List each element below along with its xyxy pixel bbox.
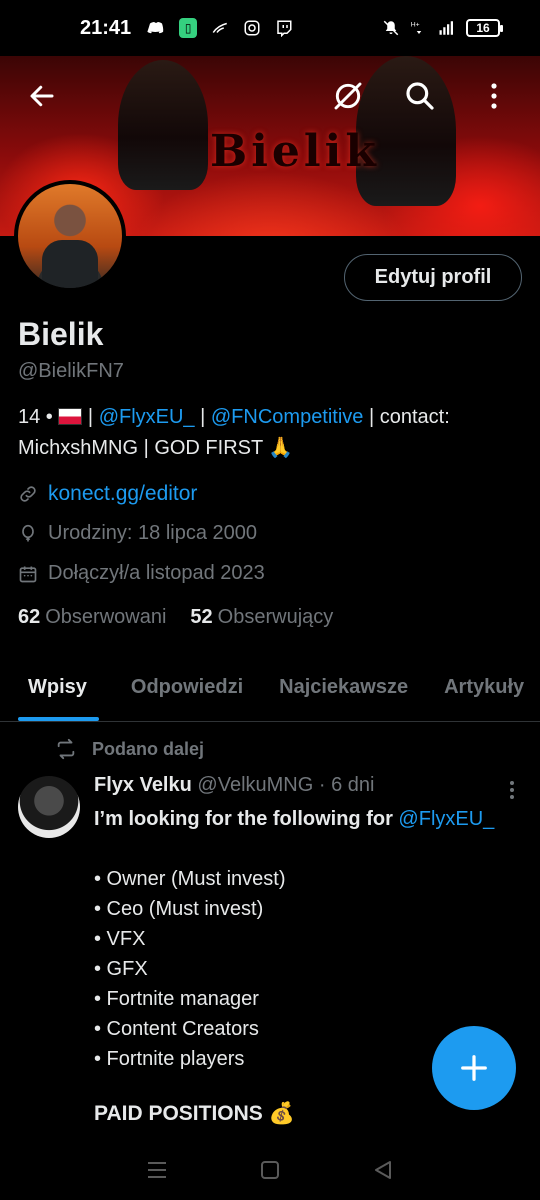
twitch-icon (277, 20, 292, 37)
following-count: 62 (18, 606, 41, 628)
post-author-avatar[interactable] (18, 776, 80, 838)
bio-mention-fncompetitive[interactable]: @FNCompetitive (211, 406, 364, 428)
tab-highlights[interactable]: Najciekawsze (261, 660, 426, 721)
app-icon (212, 22, 228, 33)
calendar-icon (19, 566, 37, 582)
repost-icon (57, 738, 75, 760)
chat-app-icon: ▯ (179, 18, 198, 38)
profile-website-row: konect.gg/editor (18, 482, 197, 506)
tab-articles[interactable]: Artykuły (426, 660, 540, 721)
status-bar: 21:41 ▯ H+ 16 (0, 0, 540, 56)
instagram-icon (244, 20, 260, 36)
search-icon (406, 82, 434, 110)
post-list-item: • Owner (Must invest) (94, 868, 286, 890)
status-right-icons: H+ 16 (382, 19, 503, 37)
profile-joined: Dołączył/a listopad 2023 (48, 562, 265, 584)
profile-name: Bielik (18, 316, 104, 352)
grok-icon (334, 82, 362, 110)
banner-text: Bielik (210, 126, 380, 177)
plus-icon (461, 1055, 487, 1081)
bio-mention-flyxeu[interactable]: @FlyxEU_ (99, 406, 195, 428)
recents-icon[interactable] (146, 1160, 168, 1180)
following-label: Obserwowani (45, 606, 167, 628)
bio-sep-2: | (194, 406, 211, 428)
poland-flag-icon (58, 408, 83, 425)
search-button[interactable] (400, 76, 440, 116)
system-nav-bar (0, 1140, 540, 1200)
follow-stats: 62 Obserwowani 52 Obserwujący (18, 606, 333, 629)
back-button[interactable] (22, 76, 62, 116)
wifi-icon: H+ (411, 22, 422, 34)
profile-birthday: Urodziny: 18 lipca 2000 (48, 522, 258, 544)
profile-joined-row: Dołączył/a listopad 2023 (18, 562, 265, 585)
signal-icon (439, 21, 453, 35)
post-list-item: • VFX (94, 928, 146, 950)
profile-handle: @BielikFN7 (18, 360, 124, 382)
profile-birthday-row: Urodziny: 18 lipca 2000 (18, 522, 257, 545)
post-time: · 6 dni (318, 774, 375, 796)
followers-link[interactable]: 52 Obserwujący (190, 606, 333, 629)
repost-label: Podano dalej (92, 738, 205, 759)
profile-avatar[interactable] (14, 180, 126, 292)
edit-profile-button[interactable]: Edytuj profil (344, 254, 522, 301)
following-link[interactable]: 62 Obserwowani (18, 606, 166, 629)
balloon-icon (22, 524, 34, 541)
grok-button[interactable] (328, 76, 368, 116)
profile-bio: 14 • | @FlyxEU_ | @FNCompetitive | conta… (18, 402, 518, 464)
svg-text:H+: H+ (411, 22, 420, 29)
post-more-button[interactable] (502, 776, 522, 804)
tab-replies[interactable]: Odpowiedzi (105, 660, 261, 721)
banner-figure-left (118, 60, 208, 190)
post-list-item: • Fortnite manager (94, 988, 259, 1010)
more-vertical-icon (491, 83, 497, 109)
bio-sep-1: | (82, 406, 99, 428)
more-button[interactable] (474, 76, 514, 116)
mute-icon (383, 20, 399, 36)
dot-icon (510, 781, 514, 785)
post-header: Flyx Velku @VelkuMNG · 6 dni (94, 774, 374, 797)
post-author-handle[interactable]: @VelkuMNG (197, 774, 313, 796)
repost-indicator: Podano dalej (54, 738, 204, 760)
home-icon[interactable] (259, 1159, 281, 1181)
compose-button[interactable] (432, 1026, 516, 1110)
link-icon (20, 486, 36, 502)
post-paid-positions: PAID POSITIONS 💰 (94, 1102, 295, 1125)
status-left-icons: ▯ (147, 18, 293, 38)
post-author-name[interactable]: Flyx Velku (94, 774, 192, 796)
post-mention[interactable]: @FlyxEU_ (398, 808, 494, 830)
bio-age: 14 • (18, 406, 53, 428)
tab-posts[interactable]: Wpisy (0, 660, 105, 721)
profile-tabs: Wpisy Odpowiedzi Najciekawsze Artykuły (0, 660, 540, 722)
status-time: 21:41 (80, 16, 132, 39)
profile-website-link[interactable]: konect.gg/editor (48, 482, 197, 506)
discord-icon (147, 22, 164, 34)
dot-icon (510, 788, 514, 792)
followers-count: 52 (190, 606, 213, 628)
back-nav-icon[interactable] (372, 1159, 394, 1181)
post-list-item: • GFX (94, 958, 148, 980)
dot-icon (510, 795, 514, 799)
arrow-left-icon (30, 85, 54, 107)
battery-icon: 16 (466, 19, 503, 37)
followers-label: Obserwujący (217, 606, 334, 628)
post-lead: I’m looking for the following for (94, 808, 399, 830)
post-list-item: • Ceo (Must invest) (94, 898, 264, 920)
